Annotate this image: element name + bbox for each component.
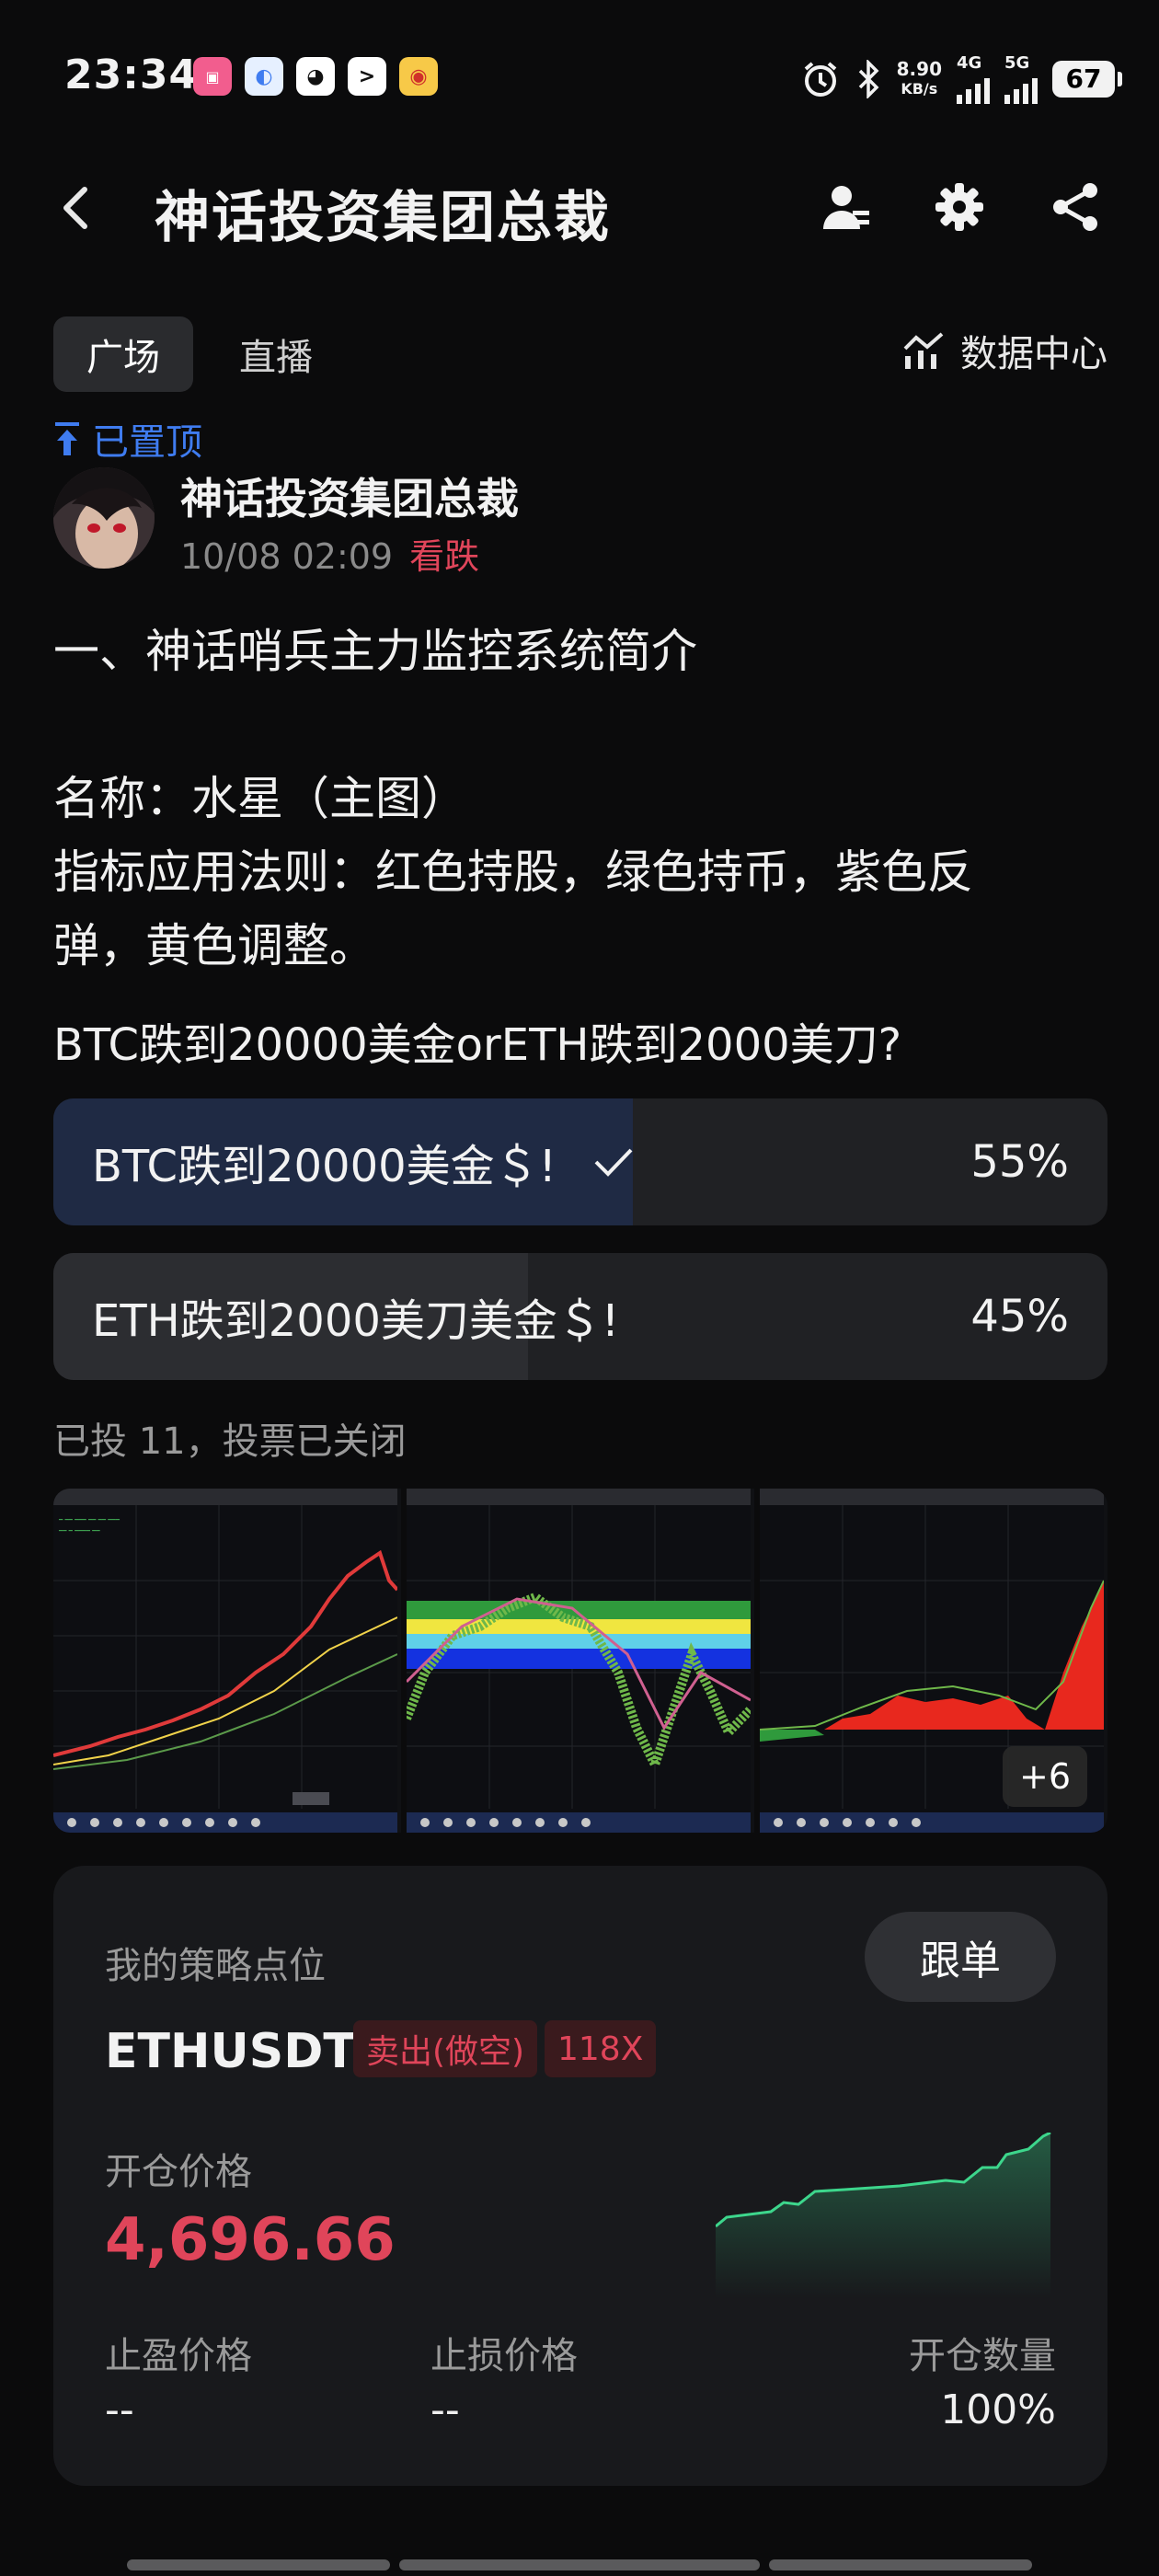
status-bar: 23:34 ▣ ◐ ◕ > ◉ 8.90 KB/s 4G 5G 67	[0, 0, 1159, 156]
post-datetime: 10/08 02:09	[180, 536, 394, 577]
status-right: 8.90 KB/s 4G 5G 67	[801, 53, 1122, 104]
signal-4g-label: 4G	[957, 53, 982, 73]
pinned-badge: 已置顶	[53, 412, 202, 466]
net-speed-unit: KB/s	[901, 79, 938, 98]
take-profit-label: 止盈价格	[105, 2335, 252, 2377]
strategy-card: 我的策略点位 跟单 ETHUSDT 卖出(做空) 118X 开仓价格 4,696…	[53, 1866, 1107, 2486]
pinned-label: 已置顶	[92, 421, 202, 464]
bottom-indicator	[399, 2559, 760, 2570]
signal-bars-icon	[1004, 73, 1038, 104]
sentiment-badge: 看跌	[409, 536, 480, 577]
more-images-badge[interactable]: +6	[1003, 1746, 1087, 1807]
position-size-value: 100%	[940, 2386, 1056, 2433]
follow-user-icon[interactable]	[813, 175, 878, 239]
back-arrow-icon[interactable]	[57, 180, 94, 236]
signal-4g: 4G	[957, 53, 990, 104]
poll-option-row: BTC跌到20000美金＄!	[92, 1098, 634, 1225]
page-title: 神话投资集团总裁	[155, 186, 611, 250]
browser-icon: ◐	[245, 57, 283, 96]
post-line: 名称：水星（主图）	[53, 772, 467, 825]
battery-level: 67	[1065, 63, 1102, 94]
notification-icons: ▣ ◐ ◕ > ◉	[193, 57, 438, 96]
network-speed: 8.90 KB/s	[897, 59, 942, 99]
post-line: 一、神话哨兵主力监控系统简介	[53, 625, 697, 678]
chart-bars-icon	[903, 332, 944, 369]
data-center-link[interactable]: 数据中心	[901, 324, 1107, 377]
tab-live[interactable]: 直播	[206, 316, 346, 392]
poll-question: BTC跌到20000美金orETH跌到2000美刀?	[53, 1019, 902, 1071]
open-price-value: 4,696.66	[105, 2206, 396, 2274]
svg-text:━━ ━ ━━━━ ━━: ━━ ━ ━━━━ ━━	[58, 1527, 100, 1535]
poll-option-label: BTC跌到20000美金＄!	[92, 1141, 557, 1192]
bottom-indicator	[769, 2559, 1032, 2570]
status-time: 23:34	[64, 52, 199, 98]
signal-bars-icon	[957, 73, 990, 104]
pin-top-icon	[55, 422, 79, 455]
poll-option-label: ETH跌到2000美刀美金＄!	[92, 1295, 620, 1347]
avatar[interactable]	[53, 467, 155, 569]
svg-text:━ ━━ ━━━ ━━ ━━ ━━━: ━ ━━ ━━━ ━━ ━━ ━━━	[58, 1516, 120, 1524]
bottom-indicator	[127, 2559, 390, 2570]
strategy-label: 我的策略点位	[105, 1945, 326, 1987]
poll-option-2[interactable]: ETH跌到2000美刀美金＄! 45%	[53, 1253, 1107, 1380]
stop-loss-value: --	[430, 2386, 460, 2433]
side-badge: 卖出(做空)	[353, 2020, 538, 2077]
position-size-label: 开仓数量	[909, 2335, 1056, 2377]
tab-plaza[interactable]: 广场	[53, 316, 193, 392]
bluetooth-icon	[858, 59, 879, 98]
post-meta: 10/08 02:09 看跌	[180, 528, 479, 579]
follow-order-button[interactable]: 跟单	[865, 1912, 1056, 2002]
vote-status: 已投 11，投票已关闭	[53, 1420, 407, 1463]
trading-symbol: ETHUSDT	[105, 2024, 356, 2079]
alarm-icon	[804, 61, 836, 97]
post-line: 指标应用法则：红色持股，绿色持币，紫色反	[53, 845, 973, 899]
check-icon	[594, 1148, 633, 1177]
signal-5g-label: 5G	[1004, 53, 1030, 73]
poll-option-percent: 45%	[970, 1291, 1069, 1342]
stop-loss-label: 止损价格	[430, 2335, 578, 2377]
signal-5g: 5G	[1004, 53, 1038, 104]
open-price-label: 开仓价格	[105, 2151, 252, 2193]
post-line	[53, 688, 1111, 762]
post-body: 一、神话哨兵主力监控系统简介 名称：水星（主图） 指标应用法则：红色持股，绿色持…	[53, 615, 1111, 983]
settings-gear-icon[interactable]	[927, 175, 992, 239]
leverage-badge: 118X	[545, 2020, 657, 2077]
data-center-label: 数据中心	[960, 333, 1107, 375]
weibo-icon: ◉	[399, 57, 438, 96]
share-icon[interactable]	[1043, 175, 1107, 239]
take-profit-value: --	[105, 2386, 134, 2433]
post-line: 弹，黄色调整。	[53, 919, 375, 972]
qq-icon: ◕	[296, 57, 335, 96]
poll-option-row: ETH跌到2000美刀美金＄!	[92, 1253, 619, 1380]
image-gallery: ━ ━━ ━━━ ━━ ━━ ━━━ ━━ ━ ━━━━ ━━ +6	[53, 1489, 1107, 1833]
pnl-sparkline	[716, 2133, 1051, 2298]
chart-image-1[interactable]: ━ ━━ ━━━ ━━ ━━ ━━━ ━━ ━ ━━━━ ━━	[53, 1489, 401, 1833]
terminal-icon: >	[348, 57, 386, 96]
net-speed-value: 8.90	[896, 57, 942, 80]
battery-icon: 67	[1052, 60, 1122, 98]
poll-option-percent: 55%	[970, 1136, 1069, 1188]
poll-option-1[interactable]: BTC跌到20000美金＄! 55%	[53, 1098, 1107, 1225]
author-name[interactable]: 神话投资集团总裁	[180, 466, 519, 526]
bilibili-icon: ▣	[193, 57, 232, 96]
chart-image-3[interactable]: +6	[759, 1489, 1107, 1833]
chart-image-2[interactable]	[402, 1489, 754, 1833]
